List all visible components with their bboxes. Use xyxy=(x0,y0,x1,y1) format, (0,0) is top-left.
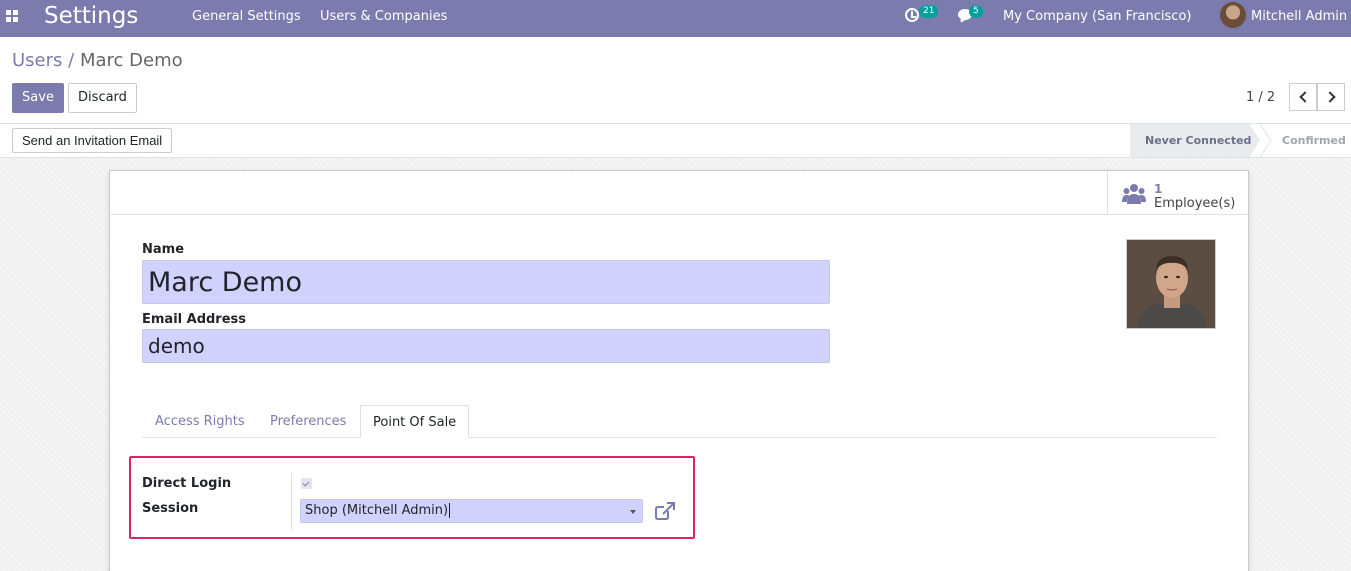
email-label: Email Address xyxy=(142,312,247,327)
employee-count: 1 xyxy=(1154,182,1163,196)
user-photo[interactable] xyxy=(1126,239,1216,329)
text-cursor xyxy=(449,503,451,518)
activity-clock-icon[interactable] xyxy=(905,8,919,22)
pager-previous-button[interactable] xyxy=(1289,83,1317,111)
breadcrumb: Users / Marc Demo xyxy=(12,50,183,71)
name-field[interactable]: Marc Demo xyxy=(142,260,830,304)
name-label: Name xyxy=(142,242,185,257)
pager-value[interactable]: 1 / 2 xyxy=(1246,90,1275,105)
chevron-left-icon xyxy=(1299,91,1311,103)
tab-preferences[interactable]: Preferences xyxy=(270,405,346,438)
top-navbar: Settings General Settings Users & Compan… xyxy=(0,0,1351,37)
save-button[interactable]: Save xyxy=(12,83,64,113)
user-portrait-image xyxy=(1127,240,1215,328)
form-sheet: 1 Employee(s) Name Marc Demo Email Addre… xyxy=(109,170,1249,571)
discard-button[interactable]: Discard xyxy=(68,83,137,113)
tab-access-rights[interactable]: Access Rights xyxy=(155,405,245,438)
send-invitation-button[interactable]: Send an Invitation Email xyxy=(12,128,173,153)
session-label: Session xyxy=(142,501,199,516)
breadcrumb-separator: / xyxy=(68,50,75,71)
session-select[interactable]: Shop (Mitchell Admin) xyxy=(300,499,643,523)
messages-count-badge: 5 xyxy=(969,5,983,18)
pager-next-button[interactable] xyxy=(1317,83,1345,111)
breadcrumb-parent[interactable]: Users xyxy=(12,50,62,71)
app-title[interactable]: Settings xyxy=(44,2,138,30)
company-switcher[interactable]: My Company (San Francisco) xyxy=(1003,9,1191,24)
activity-count-badge: 21 xyxy=(919,5,939,18)
tab-point-of-sale[interactable]: Point Of Sale xyxy=(360,405,470,438)
highlight-box xyxy=(129,456,695,539)
direct-login-label: Direct Login xyxy=(142,476,232,491)
users-icon xyxy=(1122,184,1146,204)
menu-users-companies[interactable]: Users & Companies xyxy=(320,9,447,24)
stage-never-connected[interactable]: Never Connected xyxy=(1145,134,1251,147)
direct-login-checkbox[interactable] xyxy=(301,478,312,489)
apps-menu-icon[interactable] xyxy=(6,10,20,24)
breadcrumb-current: Marc Demo xyxy=(79,50,183,71)
chevron-right-icon xyxy=(1324,91,1336,103)
stage-confirmed[interactable]: Confirmed xyxy=(1282,134,1346,147)
employee-label: Employee(s) xyxy=(1154,196,1236,211)
stage-separator xyxy=(1260,124,1272,157)
email-field[interactable]: demo xyxy=(142,329,830,363)
employees-smart-button[interactable]: 1 Employee(s) xyxy=(1107,171,1248,215)
smart-button-box: 1 Employee(s) xyxy=(110,171,1248,215)
session-value: Shop (Mitchell Admin) xyxy=(305,503,449,518)
external-link-icon[interactable] xyxy=(655,502,675,520)
notebook-tabs: Access Rights Preferences Point Of Sale xyxy=(142,405,1217,438)
user-avatar[interactable] xyxy=(1220,2,1246,28)
user-menu[interactable]: Mitchell Admin xyxy=(1251,9,1347,24)
menu-general-settings[interactable]: General Settings xyxy=(192,9,301,24)
dropdown-caret-icon xyxy=(630,510,636,514)
status-bar: Send an Invitation Email Never Connected… xyxy=(0,124,1351,158)
label-divider xyxy=(291,473,292,531)
